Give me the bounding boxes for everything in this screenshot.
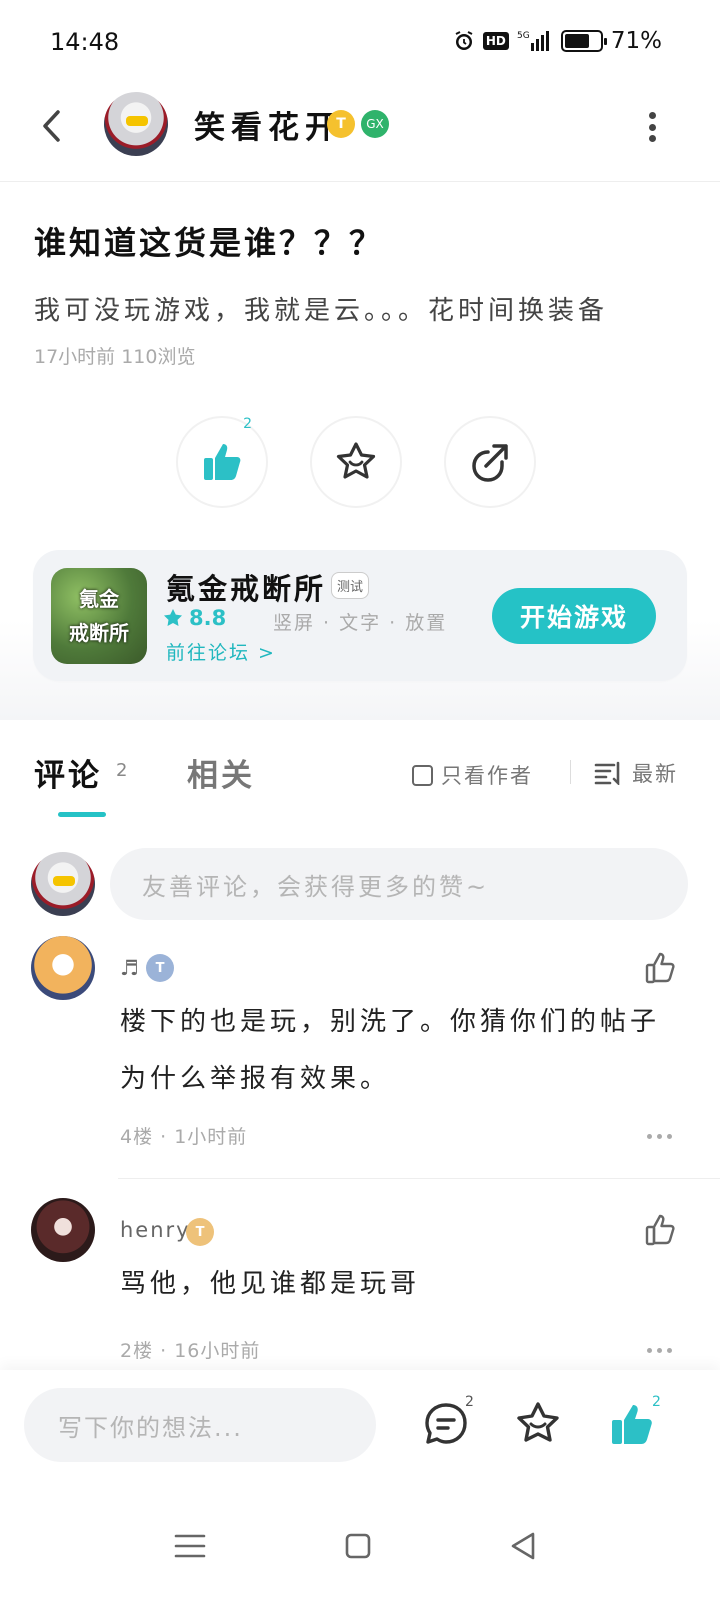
- post-meta: 17小时前 110浏览: [34, 346, 196, 368]
- comment-more-icon[interactable]: [647, 1134, 672, 1139]
- game-rating: 8.8: [163, 606, 226, 630]
- like-count: 2: [243, 416, 252, 432]
- rating-star-icon: [164, 609, 182, 626]
- rating-value: 8.8: [189, 606, 227, 630]
- hd-icon: HD: [482, 32, 509, 50]
- thumbs-up-icon[interactable]: [608, 1400, 656, 1448]
- share-button[interactable]: [444, 416, 536, 508]
- checkbox-icon[interactable]: [412, 764, 433, 786]
- thumbs-up-icon[interactable]: [644, 1212, 680, 1248]
- game-badge-icon: GX: [361, 110, 389, 138]
- like-count: 2: [652, 1394, 661, 1410]
- level-badge: T: [146, 954, 174, 982]
- comment-icon[interactable]: [422, 1400, 470, 1448]
- post-actions: 2: [176, 416, 536, 508]
- forum-link[interactable]: 前往论坛 >: [166, 638, 276, 665]
- test-tag: 测试: [331, 572, 370, 599]
- tab-comments-count: 2: [116, 760, 128, 781]
- start-game-button[interactable]: 开始游戏: [492, 588, 656, 644]
- comment-tabs: 评论 2 相关 只看作者 最新: [0, 720, 720, 820]
- post-body: 我可没玩游戏，我就是云。。。花时间换装备: [34, 296, 609, 326]
- only-author-toggle[interactable]: 只看作者: [412, 760, 533, 790]
- comment-divider: [118, 1178, 720, 1179]
- game-name[interactable]: 氪金戒断所: [166, 566, 326, 608]
- comment-count: 2: [465, 1394, 474, 1410]
- star-icon: [336, 442, 376, 479]
- comment-text: 楼下的也是玩，别洗了。你猜你们的帖子为什么举报有效果。: [120, 1007, 661, 1094]
- tab-comments[interactable]: 评论: [34, 750, 102, 795]
- svg-text:5G: 5G: [517, 31, 530, 41]
- divider: [570, 760, 571, 784]
- commenter-avatar[interactable]: [31, 936, 95, 1000]
- commenter-name[interactable]: henry: [120, 1218, 191, 1242]
- signal-5g-icon: 5G: [517, 31, 549, 51]
- game-icon[interactable]: 氪金 戒断所: [51, 568, 147, 664]
- thumbs-up-icon: [204, 444, 241, 480]
- status-time: 14:48: [50, 28, 120, 56]
- comment-meta: 2楼 · 16小时前: [120, 1340, 261, 1362]
- comment-meta: 4楼 · 1小时前: [120, 1126, 248, 1148]
- tab-related[interactable]: 相关: [187, 750, 255, 795]
- home-icon[interactable]: [340, 1528, 376, 1564]
- game-icon-text-1: 氪金: [79, 587, 119, 611]
- menu-icon[interactable]: [172, 1528, 208, 1564]
- post-header: 笑看花开 T GX: [0, 84, 720, 182]
- level-badge: T: [327, 110, 355, 138]
- status-bar: 14:48 HD 5G 71%: [0, 0, 720, 84]
- game-tags: 竖屏 · 文字 · 放置: [273, 612, 448, 634]
- only-author-label: 只看作者: [441, 764, 533, 788]
- sort-icon: [594, 761, 620, 785]
- bottom-action-bar: 写下你的想法... 2 2: [0, 1370, 720, 1494]
- author-name[interactable]: 笑看花开: [194, 102, 342, 147]
- author-avatar[interactable]: [104, 92, 168, 156]
- game-icon-text-2: 戒断所: [69, 621, 129, 645]
- like-button[interactable]: 2: [176, 416, 268, 508]
- my-avatar: [31, 852, 95, 916]
- level-badge: T: [186, 1218, 214, 1246]
- back-icon[interactable]: [38, 106, 68, 146]
- share-icon: [472, 444, 508, 482]
- more-options-icon[interactable]: [648, 112, 656, 142]
- battery-percent: 71%: [610, 28, 662, 54]
- battery-icon: [560, 30, 607, 52]
- comment-input[interactable]: 友善评论，会获得更多的赞~: [110, 848, 688, 920]
- sort-toggle[interactable]: 最新: [594, 758, 678, 788]
- post-title: 谁知道这货是谁？？？: [34, 224, 385, 262]
- alarm-icon: [455, 31, 473, 50]
- star-icon[interactable]: [514, 1400, 562, 1448]
- tab-indicator: [58, 812, 106, 817]
- comment-more-icon[interactable]: [647, 1348, 672, 1353]
- back-nav-icon[interactable]: [506, 1528, 542, 1564]
- status-icons: HD 5G 71%: [453, 28, 662, 54]
- comment-composer: 友善评论，会获得更多的赞~: [0, 848, 720, 928]
- commenter-name[interactable]: ♬: [120, 956, 141, 980]
- commenter-avatar[interactable]: [31, 1198, 95, 1262]
- system-navigation-bar: [0, 1494, 720, 1608]
- thumbs-up-icon[interactable]: [644, 950, 680, 986]
- game-card[interactable]: 氪金 戒断所 氪金戒断所 测试 8.8 竖屏 · 文字 · 放置 前往论坛 > …: [33, 550, 687, 681]
- comment-text: 骂他，他见谁都是玩哥: [120, 1269, 421, 1299]
- sort-label: 最新: [632, 762, 678, 786]
- favorite-button[interactable]: [310, 416, 402, 508]
- thoughts-input[interactable]: 写下你的想法...: [24, 1388, 376, 1462]
